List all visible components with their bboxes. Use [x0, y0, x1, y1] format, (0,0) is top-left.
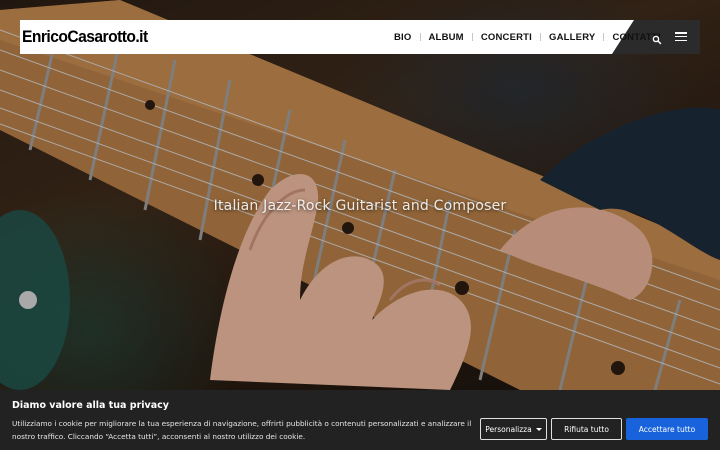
nav-separator	[419, 33, 421, 41]
reject-button-label: Rifiuta tutto	[564, 424, 609, 434]
nav-item-concerti[interactable]: CONCERTI	[481, 32, 532, 43]
cookie-title: Diamo valore alla tua privacy	[12, 400, 169, 411]
hero-image: Italian Jazz-Rock Guitarist and Composer	[0, 0, 720, 450]
customize-button[interactable]: Personalizza	[480, 418, 547, 440]
accept-all-button[interactable]: Accettare tutto	[626, 418, 708, 440]
nav-item-gallery[interactable]: GALLERY	[549, 32, 595, 43]
customize-button-label: Personalizza	[485, 424, 532, 434]
nav-item-album[interactable]: ALBUM	[429, 32, 464, 43]
accept-button-label: Accettare tutto	[638, 424, 696, 434]
hero-tagline: Italian Jazz-Rock Guitarist and Composer	[213, 198, 507, 214]
reject-all-button[interactable]: Rifiuta tutto	[551, 418, 622, 440]
search-icon[interactable]	[651, 31, 663, 45]
nav-separator	[540, 33, 542, 41]
site-logo[interactable]: EnricoCasarotto.it	[22, 27, 148, 47]
nav-separator	[471, 33, 473, 41]
cookie-consent-banner: Diamo valore alla tua privacy Utilizziam…	[0, 390, 720, 450]
caret-down-icon	[535, 427, 542, 431]
site-header: EnricoCasarotto.it BIO ALBUM CONCERTI GA…	[20, 20, 700, 54]
hamburger-menu-icon[interactable]	[675, 32, 687, 42]
nav-separator	[603, 33, 605, 41]
nav-item-bio[interactable]: BIO	[394, 32, 412, 43]
guitar-fretboard-illustration	[0, 0, 720, 450]
main-nav: BIO ALBUM CONCERTI GALLERY CONTATTI	[394, 20, 661, 54]
cookie-description: Utilizziamo i cookie per migliorare la t…	[12, 419, 472, 441]
